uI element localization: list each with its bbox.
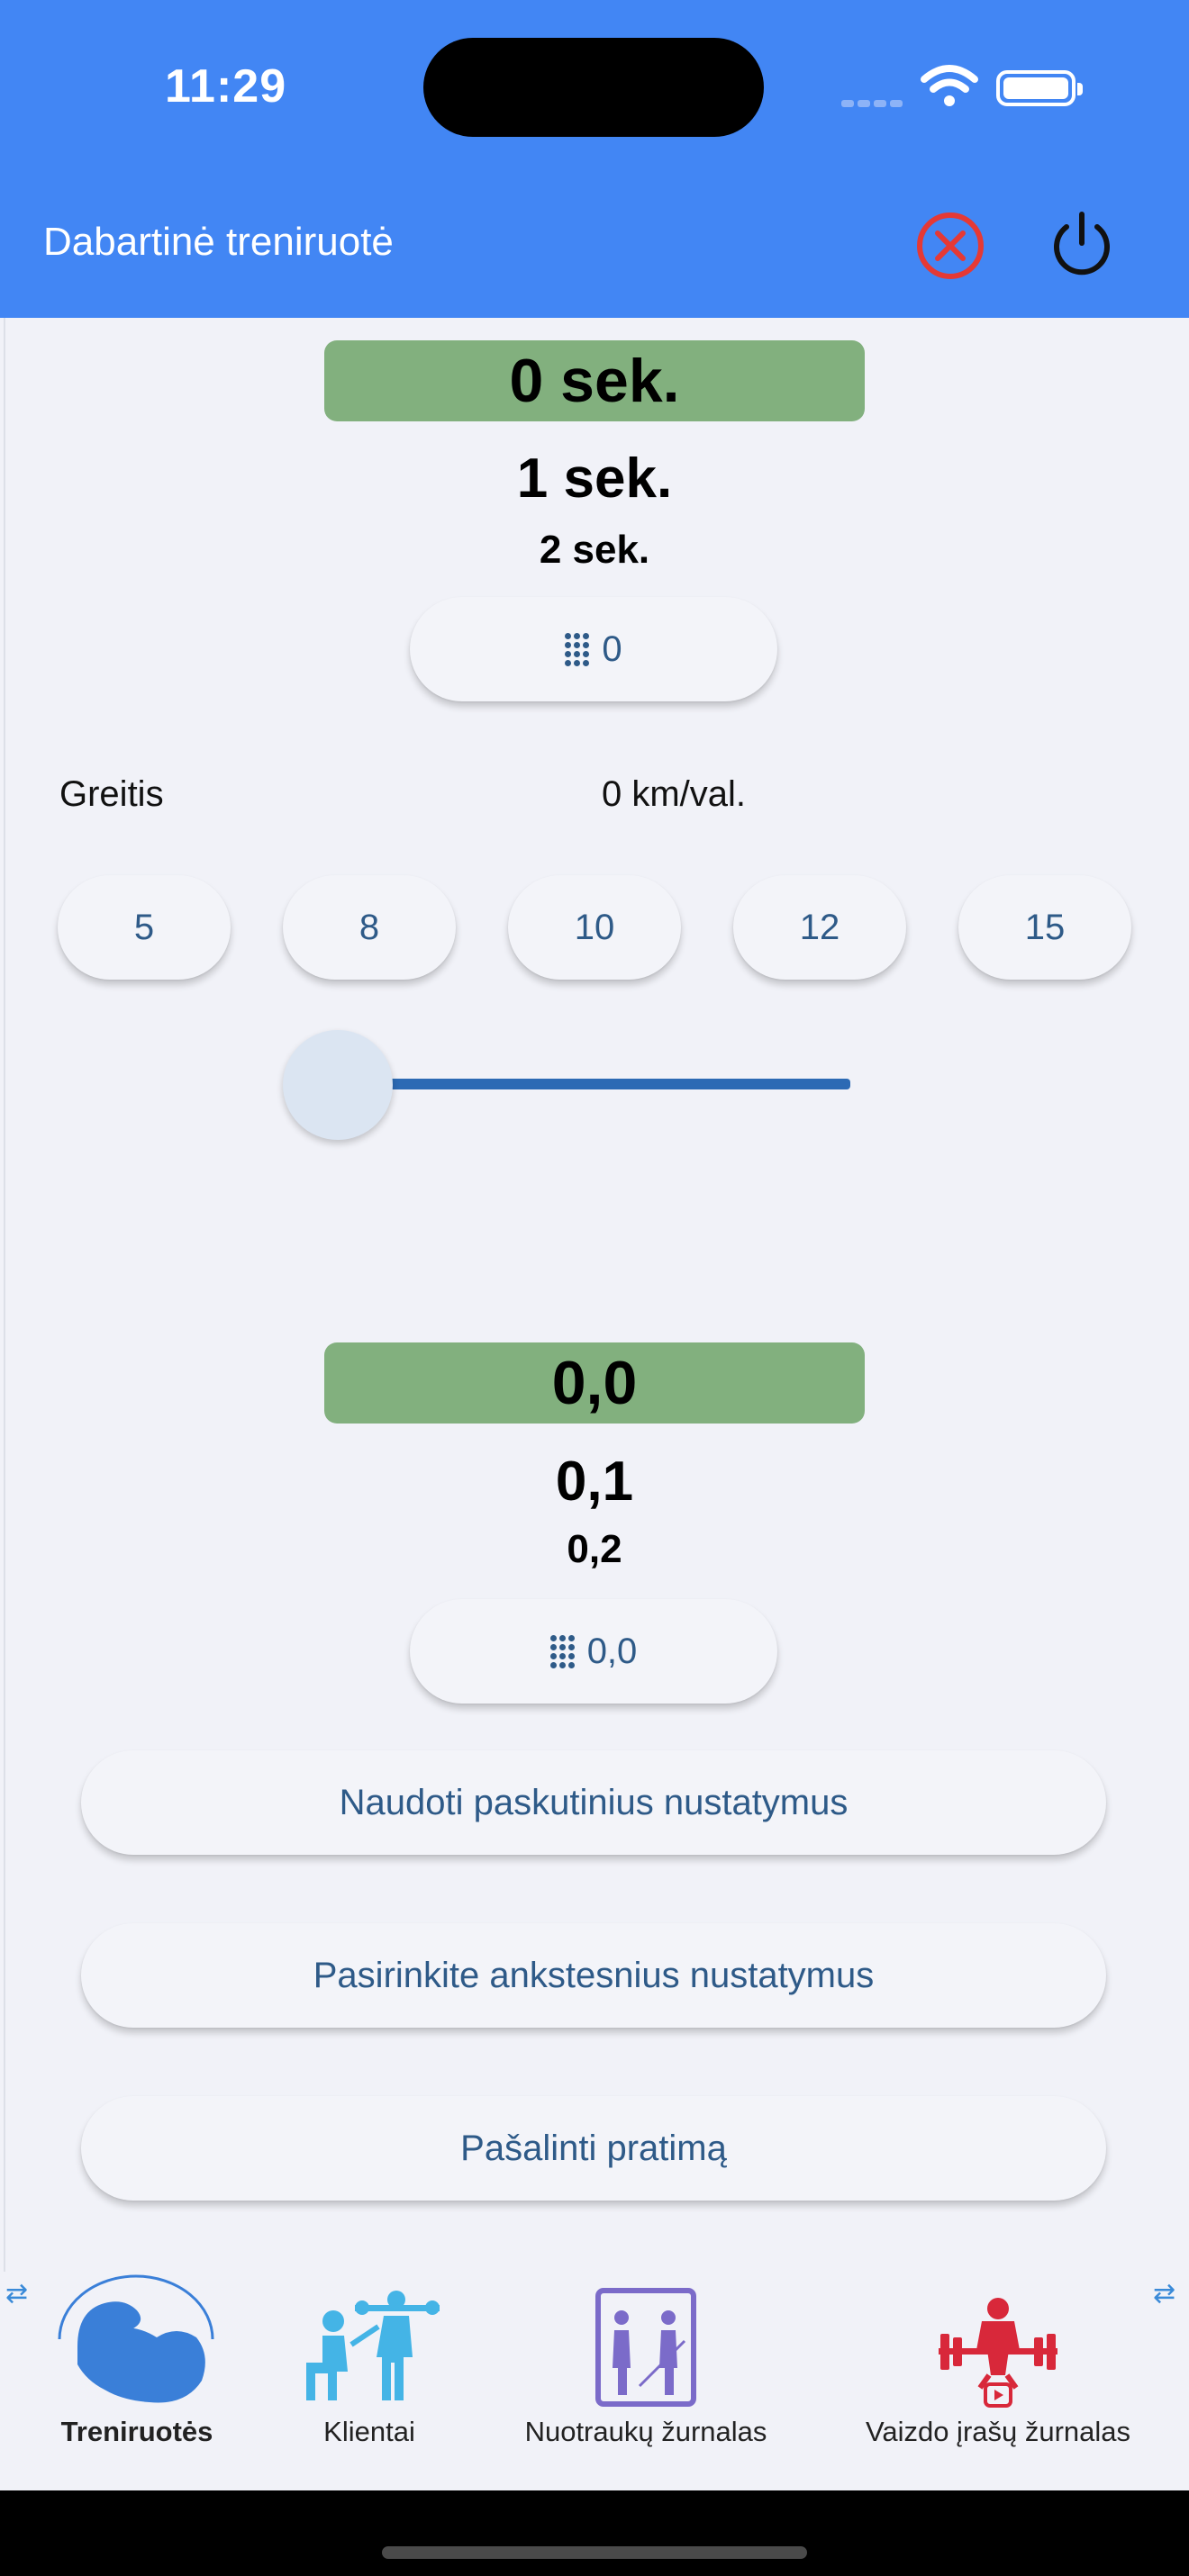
mirror-photo-icon[interactable] bbox=[594, 2287, 697, 2408]
time-picker-next-2[interactable]: 2 sek. bbox=[324, 528, 865, 573]
dynamic-island bbox=[423, 38, 764, 137]
cellular-signal-icon bbox=[841, 95, 906, 112]
speed-label: Greitis bbox=[59, 774, 164, 814]
trainer-client-icon[interactable] bbox=[297, 2291, 441, 2404]
time-picker-selected[interactable]: 0 sek. bbox=[324, 340, 865, 421]
power-icon[interactable] bbox=[1043, 205, 1121, 283]
nav-label-clients[interactable]: Klientai bbox=[279, 2416, 459, 2448]
time-picker-next[interactable]: 1 sek. bbox=[324, 447, 865, 511]
value-picker-next[interactable]: 0,1 bbox=[324, 1450, 865, 1514]
speed-preset-12[interactable]: 12 bbox=[733, 875, 906, 980]
value-keypad-value: 0,0 bbox=[586, 1631, 638, 1671]
speed-preset-8[interactable]: 8 bbox=[283, 875, 456, 980]
wifi-icon bbox=[921, 65, 978, 106]
keypad-icon bbox=[549, 1634, 575, 1668]
nav-label-video-journal[interactable]: Vaizdo įrašų žurnalas bbox=[847, 2416, 1149, 2448]
value-keypad-button[interactable]: 0,0 bbox=[410, 1599, 777, 1704]
keypad-icon bbox=[565, 632, 590, 666]
time-keypad-button[interactable]: 0 bbox=[410, 597, 777, 701]
choose-previous-settings-button[interactable]: Pasirinkite ankstesnius nustatymus bbox=[81, 1923, 1106, 2028]
speed-preset-10[interactable]: 10 bbox=[508, 875, 681, 980]
speed-value: 0 km/val. bbox=[602, 774, 747, 814]
nav-label-photo-journal[interactable]: Nuotraukų žurnalas bbox=[504, 2416, 787, 2448]
weightlifter-video-icon[interactable] bbox=[937, 2294, 1059, 2409]
nav-label-workouts[interactable]: Treniruotės bbox=[36, 2416, 238, 2448]
speed-slider-thumb[interactable] bbox=[283, 1030, 393, 1140]
remove-exercise-button[interactable]: Pašalinti pratimą bbox=[81, 2096, 1106, 2201]
scroll-left-icon[interactable]: ⇄ bbox=[5, 2278, 28, 2309]
content-border bbox=[4, 318, 5, 2272]
bicep-icon[interactable] bbox=[50, 2274, 222, 2409]
battery-icon bbox=[996, 70, 1083, 106]
cancel-workout-icon[interactable] bbox=[913, 209, 987, 283]
time-keypad-value: 0 bbox=[602, 628, 622, 669]
value-picker-selected[interactable]: 0,0 bbox=[324, 1342, 865, 1424]
home-indicator[interactable] bbox=[382, 2546, 807, 2559]
speed-preset-15[interactable]: 15 bbox=[958, 875, 1131, 980]
speed-slider-track[interactable] bbox=[339, 1079, 850, 1089]
speed-preset-5[interactable]: 5 bbox=[58, 875, 231, 980]
page-title: Dabartinė treniruotė bbox=[43, 220, 394, 264]
home-indicator-area bbox=[0, 2490, 1189, 2576]
status-time: 11:29 bbox=[165, 60, 287, 113]
app-header: 11:29 Dabartinė treniruotė bbox=[0, 0, 1189, 318]
use-last-settings-button[interactable]: Naudoti paskutinius nustatymus bbox=[81, 1750, 1106, 1855]
value-picker-next-2[interactable]: 0,2 bbox=[324, 1527, 865, 1572]
scroll-right-icon[interactable]: ⇄ bbox=[1153, 2278, 1175, 2309]
